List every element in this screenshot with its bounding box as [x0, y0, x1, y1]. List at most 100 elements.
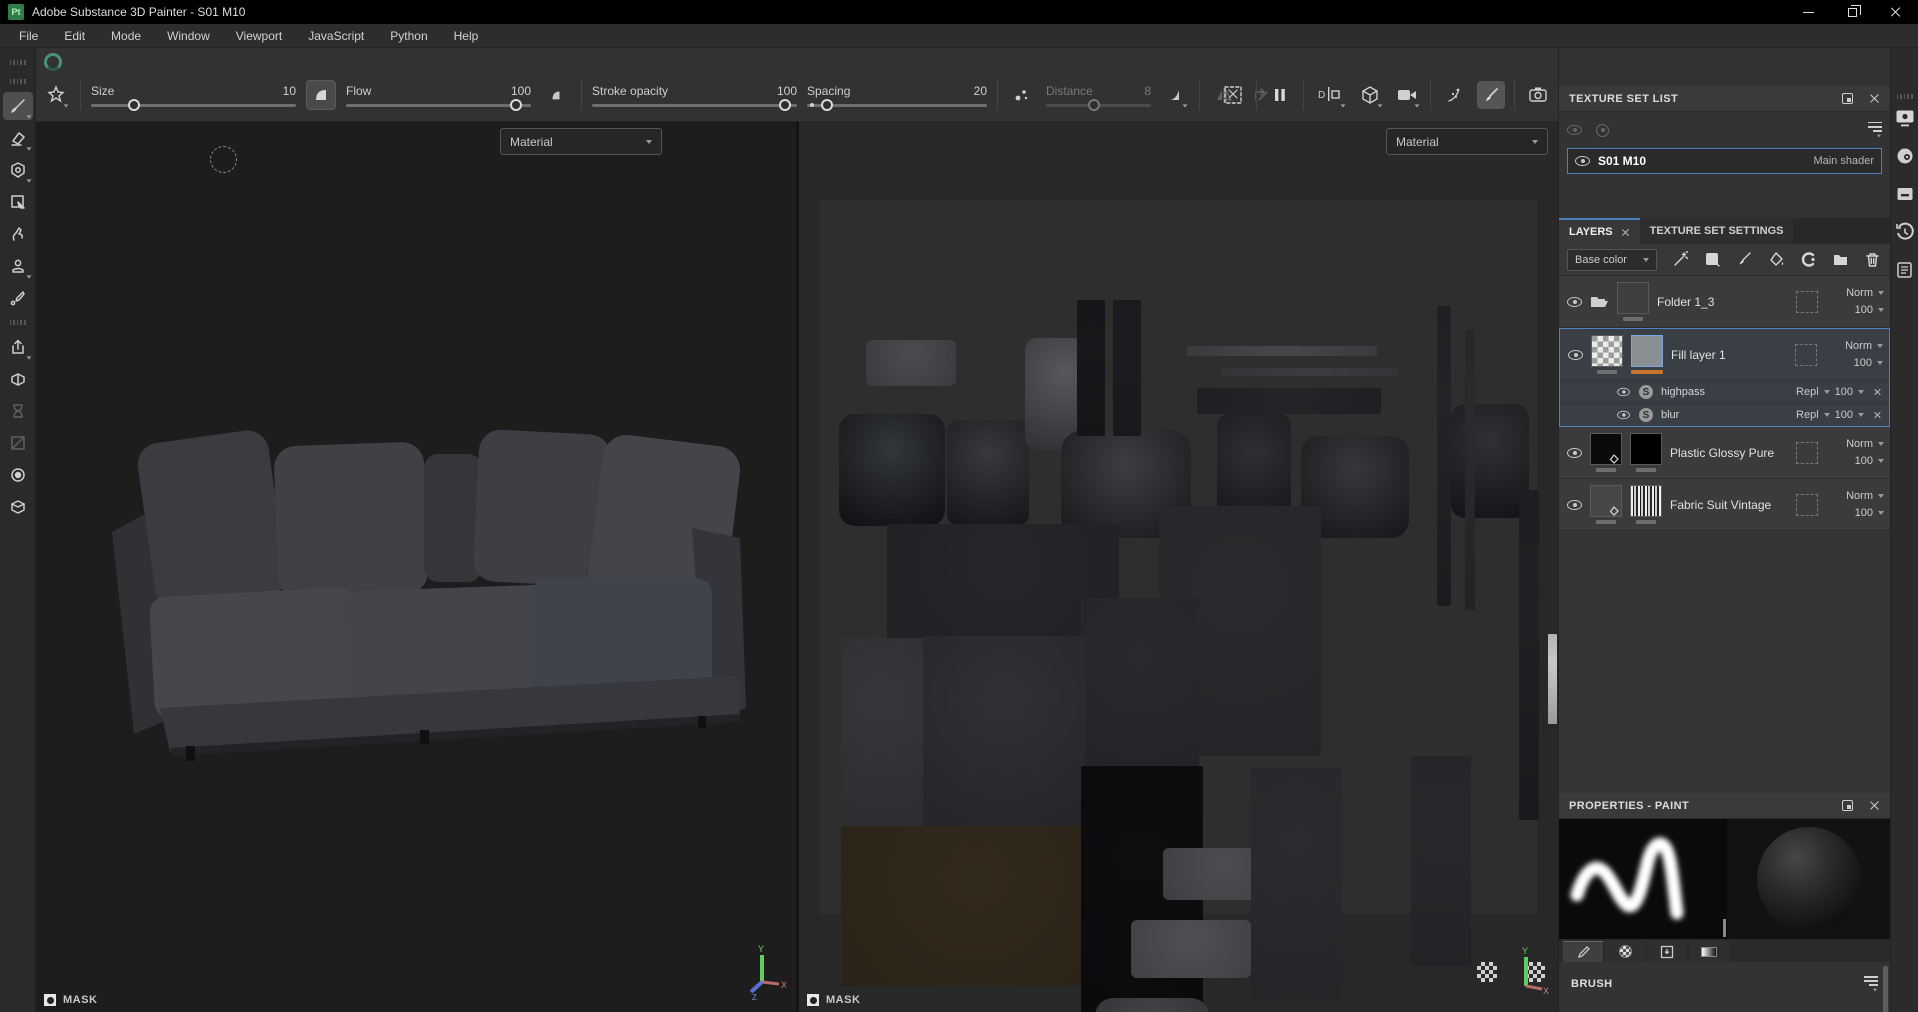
- layer-row-plastic-glossy-pure[interactable]: Plastic Glossy Pure Norm 100: [1559, 427, 1890, 479]
- export-resources-button[interactable]: [3, 333, 33, 361]
- remove-effect-icon[interactable]: [1873, 411, 1881, 419]
- layer-row-folder[interactable]: Folder 1_3 Norm 100: [1559, 276, 1890, 328]
- close-button[interactable]: [1874, 0, 1918, 24]
- properties-scrollbar[interactable]: [1883, 966, 1888, 1012]
- log-button[interactable]: [1894, 259, 1916, 281]
- channel-filter-select[interactable]: Base color: [1567, 248, 1657, 271]
- shelf-button[interactable]: [3, 493, 33, 521]
- size-falloff-button[interactable]: [306, 80, 336, 110]
- spacing-slider[interactable]: [807, 99, 987, 111]
- size-value[interactable]: 10: [283, 84, 296, 98]
- projection-tool-button[interactable]: [3, 156, 33, 184]
- history-button[interactable]: [1894, 221, 1916, 243]
- menu-window[interactable]: Window: [154, 24, 223, 47]
- mask-placeholder[interactable]: [1795, 343, 1817, 366]
- assets-button[interactable]: [3, 365, 33, 393]
- spacing-slider-knob[interactable]: [820, 99, 833, 111]
- shading-mode-select-2d[interactable]: Material: [1386, 128, 1548, 155]
- tab-stencil-properties[interactable]: [1647, 941, 1687, 962]
- size-slider-knob[interactable]: [128, 99, 141, 111]
- layer-name[interactable]: Fill layer 1: [1671, 348, 1787, 362]
- opacity-select[interactable]: 100: [1855, 304, 1884, 316]
- solo-visibility-icon[interactable]: [1596, 123, 1609, 137]
- effect-row-highpass[interactable]: S highpass Repl 100: [1560, 380, 1889, 403]
- layer-name[interactable]: Fabric Suit Vintage: [1670, 498, 1788, 512]
- layer-name[interactable]: Plastic Glossy Pure: [1670, 446, 1788, 460]
- tab-layers[interactable]: LAYERS: [1559, 218, 1640, 244]
- menu-edit[interactable]: Edit: [51, 24, 98, 47]
- brush-stroke-preview[interactable]: [1559, 819, 1727, 939]
- layer-name[interactable]: Folder 1_3: [1657, 295, 1788, 309]
- tab-material-properties[interactable]: [1689, 941, 1729, 962]
- add-fill-button[interactable]: [1766, 250, 1786, 270]
- layer-thumbnail[interactable]: [1617, 282, 1649, 314]
- menu-file[interactable]: File: [6, 24, 51, 47]
- eraser-tool-button[interactable]: [3, 124, 33, 152]
- mask-placeholder[interactable]: [1796, 290, 1818, 313]
- close-panel-icon[interactable]: [1869, 800, 1880, 811]
- stroke-opacity-slider[interactable]: [592, 99, 797, 111]
- particle-brush-button[interactable]: [1440, 81, 1468, 109]
- viewport-2d[interactable]: Material Y X MASK: [799, 122, 1558, 1012]
- minimize-button[interactable]: [1786, 0, 1830, 24]
- resources-updater-button[interactable]: [3, 461, 33, 489]
- texture-set-archive-button[interactable]: [1894, 183, 1916, 205]
- effect-blend-select[interactable]: Repl: [1796, 386, 1819, 398]
- alpha-shape-button[interactable]: [42, 81, 70, 109]
- no-texture-button[interactable]: [3, 429, 33, 457]
- opacity-select[interactable]: 100: [1855, 455, 1884, 467]
- add-folder-button[interactable]: [1830, 250, 1850, 270]
- blend-mode-select[interactable]: Norm: [1846, 287, 1884, 299]
- viewport-3d[interactable]: Material Y X Z MASK: [36, 122, 796, 1012]
- layer-visibility-icon[interactable]: [1567, 447, 1582, 458]
- spacing-value[interactable]: 20: [974, 84, 987, 98]
- close-tab-icon[interactable]: [1621, 228, 1630, 237]
- add-effect-button[interactable]: [1670, 250, 1690, 270]
- effect-blend-select[interactable]: Repl: [1796, 409, 1819, 421]
- delete-layer-button[interactable]: [1862, 250, 1882, 270]
- add-fill-layer-button[interactable]: [1702, 250, 1722, 270]
- add-paint-layer-button[interactable]: [1734, 250, 1754, 270]
- layer-mask-thumbnail[interactable]: [1590, 485, 1622, 517]
- undock-panel-icon[interactable]: [1842, 800, 1853, 811]
- effect-visibility-icon[interactable]: [1617, 387, 1630, 397]
- close-panel-icon[interactable]: [1869, 93, 1880, 104]
- effect-opacity-select[interactable]: 100: [1835, 386, 1853, 398]
- clone-tool-button[interactable]: [3, 252, 33, 280]
- add-smart-material-button[interactable]: [1798, 250, 1818, 270]
- stroke-opacity-slider-knob[interactable]: [778, 99, 791, 111]
- blend-mode-select[interactable]: Norm: [1846, 438, 1884, 450]
- flow-value[interactable]: 100: [511, 84, 531, 98]
- camera-3d-view-button[interactable]: [1356, 81, 1384, 109]
- layer-mask-thumbnail[interactable]: [1590, 433, 1622, 465]
- open-folder-icon[interactable]: [1590, 295, 1609, 309]
- texture-set-visibility-icon[interactable]: [1575, 156, 1590, 166]
- paint-mode-button[interactable]: [1477, 81, 1505, 109]
- material-preview[interactable]: [1727, 819, 1890, 939]
- shader-settings-button[interactable]: [1894, 145, 1916, 167]
- smudge-tool-button[interactable]: [3, 220, 33, 248]
- menu-viewport[interactable]: Viewport: [223, 24, 295, 47]
- material-picker-tool-button[interactable]: [3, 284, 33, 312]
- blend-mode-select[interactable]: Norm: [1846, 490, 1884, 502]
- shader-label[interactable]: Main shader: [1813, 155, 1874, 167]
- camera-settings-button[interactable]: [1393, 81, 1421, 109]
- tab-texture-set-settings[interactable]: TEXTURE SET SETTINGS: [1639, 218, 1794, 244]
- undock-panel-icon[interactable]: [1842, 93, 1853, 104]
- projection-mode-button[interactable]: D: [1313, 81, 1347, 109]
- render-mode-button[interactable]: [1524, 81, 1552, 109]
- effect-row-blur[interactable]: S blur Repl 100: [1560, 403, 1889, 426]
- preview-splitter[interactable]: [1723, 919, 1726, 937]
- size-slider[interactable]: [91, 99, 296, 111]
- toggle-all-visibility-icon[interactable]: [1567, 125, 1582, 135]
- opacity-select[interactable]: 100: [1854, 357, 1883, 369]
- paint-tool-button[interactable]: [2, 92, 33, 120]
- layer-visibility-icon[interactable]: [1568, 349, 1583, 360]
- menu-javascript[interactable]: JavaScript: [295, 24, 377, 47]
- layer-row-fill-layer-1[interactable]: Fill layer 1 Norm 100: [1560, 329, 1889, 380]
- toolbar-grip[interactable]: [9, 60, 26, 65]
- remove-effect-icon[interactable]: [1873, 388, 1881, 396]
- layer-visibility-icon[interactable]: [1567, 296, 1582, 307]
- restore-button[interactable]: [1830, 0, 1874, 24]
- tab-alpha-properties[interactable]: [1605, 941, 1645, 962]
